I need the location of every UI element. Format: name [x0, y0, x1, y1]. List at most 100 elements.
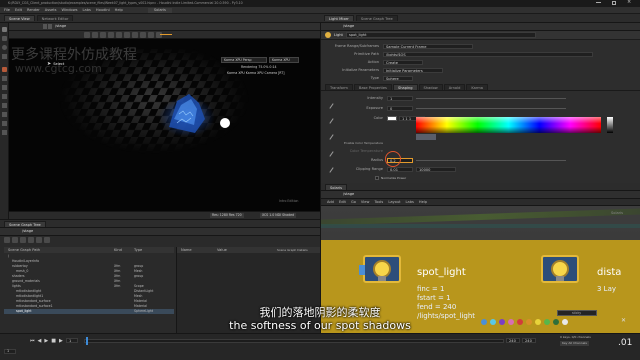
playhead-marker[interactable] [86, 337, 88, 345]
vp-tool-icon-6[interactable] [124, 32, 130, 38]
sg-col-kind[interactable]: Kind [114, 248, 134, 253]
vp-tool-icon-10[interactable] [156, 32, 162, 38]
type-field[interactable]: Sphere [383, 75, 413, 81]
edit-pen-icon-3[interactable] [329, 134, 334, 140]
current-frame-field[interactable]: 1 [66, 338, 78, 343]
viewport[interactable]: 更多课程外仿成教程 www.cgtcg.com ➤ Select Karma X… [9, 39, 320, 211]
step-forward-icon[interactable]: ▶ [59, 338, 63, 344]
tab-sg-tree[interactable]: Scene Graph Tree [4, 221, 46, 227]
maximize-icon[interactable] [612, 1, 616, 5]
tab-scene-view[interactable]: Scene View [4, 15, 35, 21]
minimize-icon[interactable] [596, 2, 601, 3]
vp-tool-icon-8[interactable] [140, 32, 146, 38]
prim-path-field[interactable]: /lights/$OS [383, 51, 593, 57]
net-menu-tools[interactable]: Tools [374, 200, 383, 205]
intensity-field[interactable]: 1 [387, 95, 413, 101]
path-forward-icon[interactable] [48, 24, 52, 29]
intensity-slider[interactable] [416, 97, 566, 99]
net-menu-edit[interactable]: Edit [339, 200, 346, 205]
sg-tool-icon-1[interactable] [4, 237, 10, 243]
init-params-field[interactable]: Initialize Parameters [383, 67, 443, 73]
net-menu-help[interactable]: Help [419, 200, 427, 205]
vp-tool-icon-3[interactable] [100, 32, 106, 38]
close-icon[interactable]: × [627, 0, 631, 5]
sg-tool-icon-4[interactable] [28, 237, 34, 243]
timeline-track[interactable] [84, 339, 504, 343]
menu-file[interactable]: File [4, 8, 10, 13]
select-tool-icon[interactable] [2, 27, 7, 32]
rotate-tool-icon[interactable] [2, 45, 7, 50]
net-menu-go[interactable]: Go [351, 200, 356, 205]
color-gray-strip[interactable] [607, 117, 613, 133]
frame-range-field[interactable]: Sample Current Frame [383, 43, 473, 49]
node-flag-blue[interactable] [359, 265, 365, 275]
details-col-value[interactable]: Value [217, 248, 277, 253]
play-icon[interactable]: ▶ [44, 338, 48, 344]
node-name-field[interactable]: spot_light [345, 32, 536, 38]
tab-light-mixer[interactable]: Light Mixer [324, 15, 354, 21]
color-swatch[interactable] [387, 115, 397, 121]
clip-max-field[interactable]: 10000 [416, 166, 456, 172]
tab-network-editor-top[interactable]: Network Editor [36, 15, 74, 21]
sg-path[interactable]: /stage [22, 229, 33, 234]
net-menu-labs[interactable]: Labs [406, 200, 414, 205]
vp-tool-icon-9[interactable] [148, 32, 154, 38]
menu-windows[interactable]: Windows [61, 8, 77, 13]
menu-edit[interactable]: Edit [15, 8, 22, 13]
exposure-field[interactable]: 0 [387, 105, 413, 111]
shading-label[interactable]: XCS 1.0 NDI Shaded [260, 213, 297, 218]
sg-tool-icon-5[interactable] [36, 237, 42, 243]
snap-tool-icon[interactable] [2, 94, 7, 99]
radius-slider[interactable] [416, 159, 566, 161]
network-path[interactable]: /stage [343, 192, 354, 197]
menu-help[interactable]: Help [115, 8, 123, 13]
light-tool-icon[interactable] [2, 67, 7, 72]
params-path[interactable]: /stage [343, 24, 354, 29]
spot-light-node[interactable] [359, 255, 401, 283]
transform-tool-icon[interactable] [2, 36, 7, 41]
exposure-slider[interactable] [416, 107, 566, 109]
menu-render[interactable]: Render [27, 8, 40, 13]
vp-tool-icon-1[interactable] [84, 32, 90, 38]
pose-tool-icon[interactable] [2, 121, 7, 126]
tab-network-solaris[interactable]: Solaris [325, 184, 348, 190]
net-menu-add[interactable]: Add [327, 200, 334, 205]
sg-tool-icon-2[interactable] [12, 237, 18, 243]
sg-col-type[interactable]: Type [134, 248, 174, 253]
goto-start-icon[interactable]: ⏮ [30, 338, 35, 344]
start-frame-field[interactable]: 1 [4, 349, 16, 354]
distant-light-node[interactable] [541, 255, 579, 283]
handle-tool-icon[interactable] [2, 85, 7, 90]
vp-tool-icon-5[interactable] [116, 32, 122, 38]
stop-icon[interactable]: ■ [51, 338, 56, 344]
view-tool-icon[interactable] [2, 103, 7, 108]
action-field[interactable]: Create [383, 59, 423, 65]
desktop-selector[interactable]: Solaris [147, 7, 172, 13]
end-frame-field-a[interactable]: 240 [506, 338, 520, 343]
camera-tool-icon[interactable] [2, 76, 7, 81]
path-back-icon[interactable] [43, 24, 47, 29]
menu-assets[interactable]: Assets [45, 8, 57, 13]
sg-tool-icon-3[interactable] [20, 237, 26, 243]
details-col-name[interactable]: Name [177, 248, 217, 253]
viewport-path[interactable]: /stage [55, 24, 66, 29]
vp-tool-icon-7[interactable] [132, 32, 138, 38]
net-menu-layout[interactable]: Layout [388, 200, 400, 205]
sg-col-path[interactable]: Scene Graph Path [4, 248, 114, 253]
clip-min-field[interactable]: 0.01 [387, 166, 413, 172]
vp-tool-icon-2[interactable] [92, 32, 98, 38]
scale-tool-icon[interactable] [2, 54, 7, 59]
menu-houdini[interactable]: Houdini [96, 8, 110, 13]
paint-tool-icon[interactable] [2, 112, 7, 117]
vp-tool-icon-4[interactable] [108, 32, 114, 38]
spot-light-sphere[interactable] [220, 118, 230, 128]
res-label[interactable]: Res: 1280 Res 720 [210, 213, 244, 218]
sg-tool-icon-6[interactable] [44, 237, 50, 243]
net-menu-view[interactable]: View [361, 200, 370, 205]
end-frame-field-b[interactable]: 240 [522, 338, 536, 343]
menu-labs[interactable]: Labs [83, 8, 91, 13]
tab-scene-graph[interactable]: Scene Graph Tree [355, 15, 398, 21]
measure-tool-icon[interactable] [2, 130, 7, 135]
normalize-checkbox[interactable] [375, 176, 379, 180]
key-all-button[interactable]: Key All Channels [560, 341, 589, 346]
